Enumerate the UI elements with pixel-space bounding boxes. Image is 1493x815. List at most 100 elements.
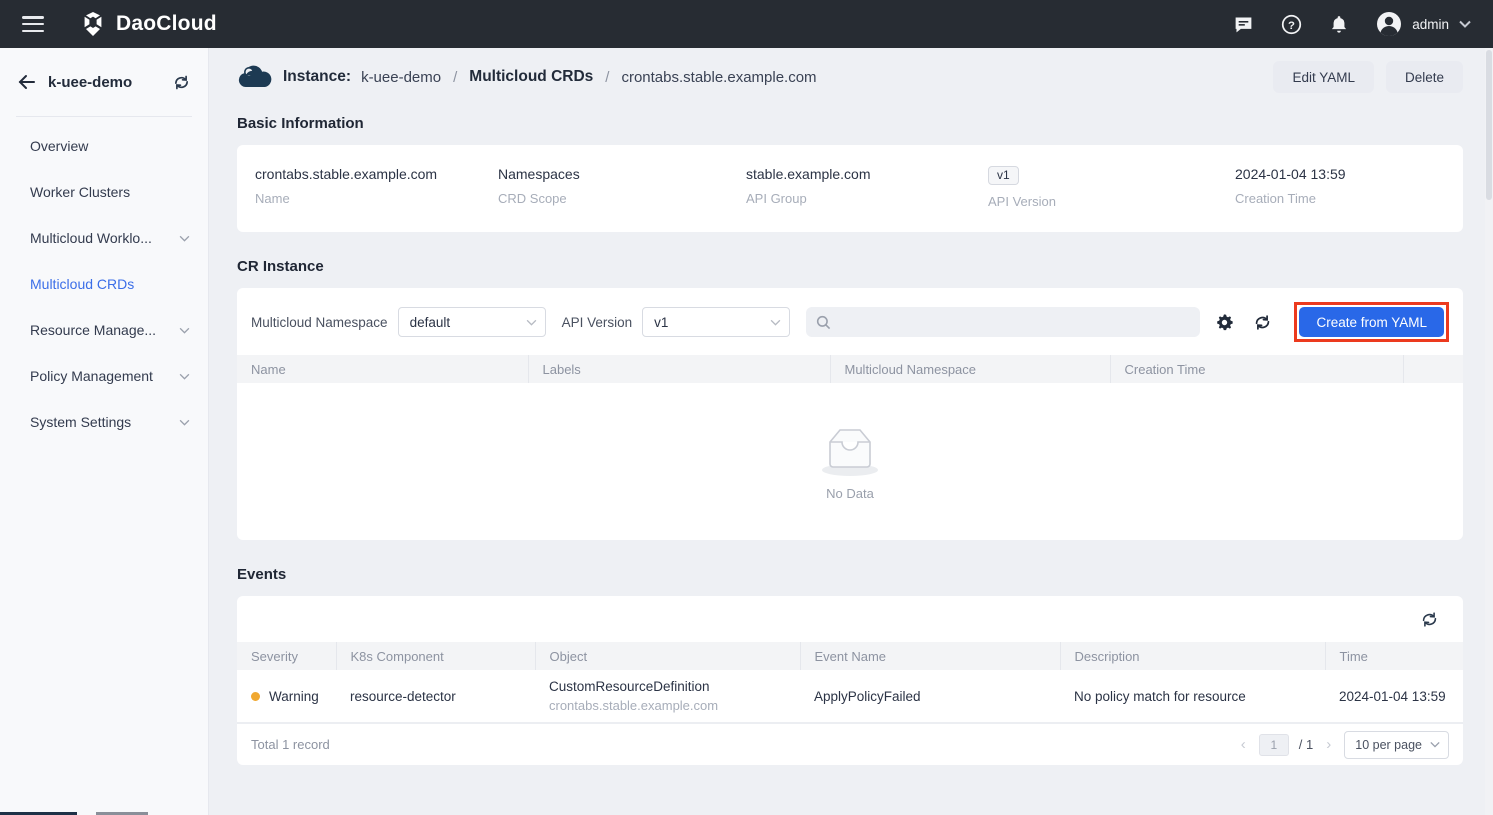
sidebar-item-multicloud-workloads[interactable]: Multicloud Worklo...	[0, 215, 208, 261]
chevron-down-icon	[179, 235, 190, 242]
breadcrumb-instance[interactable]: k-uee-demo	[361, 69, 441, 86]
daocloud-logo-icon	[80, 11, 106, 37]
delete-button[interactable]: Delete	[1386, 61, 1463, 93]
cluster-title: k-uee-demo	[48, 74, 161, 91]
sidebar-menu: Overview Worker Clusters Multicloud Work…	[0, 117, 208, 445]
field-name: crontabs.stable.example.com Name	[255, 166, 498, 209]
event-row[interactable]: Warning resource-detector CustomResource…	[237, 670, 1463, 723]
breadcrumb-section[interactable]: Multicloud CRDs	[469, 68, 593, 86]
field-creation-time: 2024-01-04 13:59 Creation Time	[1235, 166, 1463, 209]
back-arrow-icon[interactable]	[18, 74, 36, 90]
chevron-down-icon	[1430, 741, 1440, 748]
edit-yaml-button[interactable]: Edit YAML	[1273, 61, 1374, 93]
events-table: Severity K8s Component Object Event Name…	[237, 642, 1463, 723]
api-version-filter-label: API Version	[562, 315, 633, 330]
menu-hamburger-icon[interactable]	[22, 16, 44, 32]
cloud-icon	[237, 65, 273, 89]
sidebar-item-overview[interactable]: Overview	[0, 123, 208, 169]
chevron-down-icon	[179, 373, 190, 380]
brand-name: DaoCloud	[116, 12, 217, 36]
cr-search-box[interactable]	[806, 307, 1200, 337]
chevron-down-icon	[526, 319, 537, 326]
field-api-group: stable.example.com API Group	[746, 166, 988, 209]
ev-col-time: Time	[1325, 642, 1463, 670]
ev-col-description: Description	[1060, 642, 1325, 670]
sidebar-item-policy-management[interactable]: Policy Management	[0, 353, 208, 399]
no-data-inbox-icon	[812, 422, 888, 480]
basic-information-card: crontabs.stable.example.com Name Namespa…	[237, 145, 1463, 232]
pagination: Total 1 record ‹ 1 / 1 › 10 per page	[237, 723, 1463, 765]
cr-instance-title: CR Instance	[237, 258, 1463, 275]
event-name-cell: ApplyPolicyFailed	[800, 670, 1060, 723]
ev-col-event-name: Event Name	[800, 642, 1060, 670]
breadcrumb-prefix: Instance:	[283, 68, 351, 86]
cr-empty-state: No Data	[237, 383, 1463, 540]
create-from-yaml-button[interactable]: Create from YAML	[1299, 307, 1444, 337]
user-chevron-down-icon	[1459, 20, 1471, 28]
chat-icon[interactable]	[1232, 13, 1254, 35]
breadcrumb: Instance: k-uee-demo / Multicloud CRDs /…	[237, 48, 1463, 106]
ev-col-component: K8s Component	[336, 642, 535, 670]
column-settings-gear-icon[interactable]	[1210, 308, 1238, 336]
pagination-total-pages: / 1	[1299, 737, 1313, 752]
annotation-highlight-box: Create from YAML	[1294, 302, 1449, 342]
help-icon[interactable]: ?	[1280, 13, 1302, 35]
field-crd-scope: Namespaces CRD Scope	[498, 166, 746, 209]
chevron-down-icon	[770, 319, 781, 326]
namespace-filter-label: Multicloud Namespace	[251, 315, 388, 330]
pagination-total: Total 1 record	[251, 737, 330, 752]
chevron-down-icon	[179, 327, 190, 334]
sidebar-item-multicloud-crds[interactable]: Multicloud CRDs	[0, 261, 208, 307]
warning-dot-icon	[251, 692, 260, 701]
pagination-page-input[interactable]: 1	[1259, 734, 1289, 756]
cr-col-namespace: Multicloud Namespace	[830, 355, 1110, 383]
avatar	[1376, 11, 1402, 37]
event-object-cell: CustomResourceDefinition crontabs.stable…	[535, 670, 800, 723]
events-card: Severity K8s Component Object Event Name…	[237, 596, 1463, 765]
sidebar-item-system-settings[interactable]: System Settings	[0, 399, 208, 445]
pagination-next-icon[interactable]: ›	[1323, 736, 1334, 753]
svg-text:?: ?	[1288, 19, 1295, 31]
user-menu[interactable]: admin	[1376, 11, 1471, 37]
api-version-select[interactable]: v1	[642, 307, 790, 337]
cr-instance-card: Multicloud Namespace default API Version…	[237, 288, 1463, 540]
cr-col-labels: Labels	[528, 355, 830, 383]
sidebar-item-worker-clusters[interactable]: Worker Clusters	[0, 169, 208, 215]
username-label: admin	[1412, 17, 1449, 32]
no-data-label: No Data	[826, 486, 874, 501]
sidebar-refresh-icon[interactable]	[173, 74, 190, 91]
pagination-prev-icon[interactable]: ‹	[1238, 736, 1249, 753]
event-severity-cell: Warning	[237, 670, 336, 723]
namespace-select[interactable]: default	[398, 307, 546, 337]
chevron-down-icon	[179, 419, 190, 426]
breadcrumb-current: crontabs.stable.example.com	[621, 69, 816, 86]
cr-filter-bar: Multicloud Namespace default API Version…	[237, 288, 1463, 342]
events-refresh-icon[interactable]	[1415, 605, 1443, 633]
notifications-bell-icon[interactable]	[1328, 13, 1350, 35]
cr-instance-table: Name Labels Multicloud Namespace Creatio…	[237, 355, 1463, 383]
cr-col-name: Name	[237, 355, 528, 383]
sidebar: k-uee-demo Overview Worker Clusters Mult…	[0, 48, 209, 815]
events-header-row: Severity K8s Component Object Event Name…	[237, 642, 1463, 670]
vertical-scrollbar[interactable]	[1485, 48, 1493, 815]
event-description-cell: No policy match for resource	[1060, 670, 1325, 723]
search-icon	[816, 315, 831, 330]
api-version-badge: v1	[988, 166, 1019, 185]
basic-information-title: Basic Information	[237, 115, 1463, 132]
cr-col-actions	[1403, 355, 1463, 383]
cr-col-creation-time: Creation Time	[1110, 355, 1403, 383]
cr-search-input[interactable]	[838, 315, 1190, 330]
brand[interactable]: DaoCloud	[80, 11, 217, 37]
event-time-cell: 2024-01-04 13:59	[1325, 670, 1463, 723]
cr-refresh-icon[interactable]	[1248, 308, 1276, 336]
per-page-select[interactable]: 10 per page	[1344, 731, 1449, 759]
cr-table-header-row: Name Labels Multicloud Namespace Creatio…	[237, 355, 1463, 383]
field-api-version: v1 API Version	[988, 166, 1235, 209]
ev-col-severity: Severity	[237, 642, 336, 670]
event-component-cell: resource-detector	[336, 670, 535, 723]
ev-col-object: Object	[535, 642, 800, 670]
sidebar-item-resource-management[interactable]: Resource Manage...	[0, 307, 208, 353]
events-toolbar	[237, 596, 1463, 642]
main-content: Instance: k-uee-demo / Multicloud CRDs /…	[209, 48, 1493, 815]
topbar: DaoCloud ? admin	[0, 0, 1493, 48]
